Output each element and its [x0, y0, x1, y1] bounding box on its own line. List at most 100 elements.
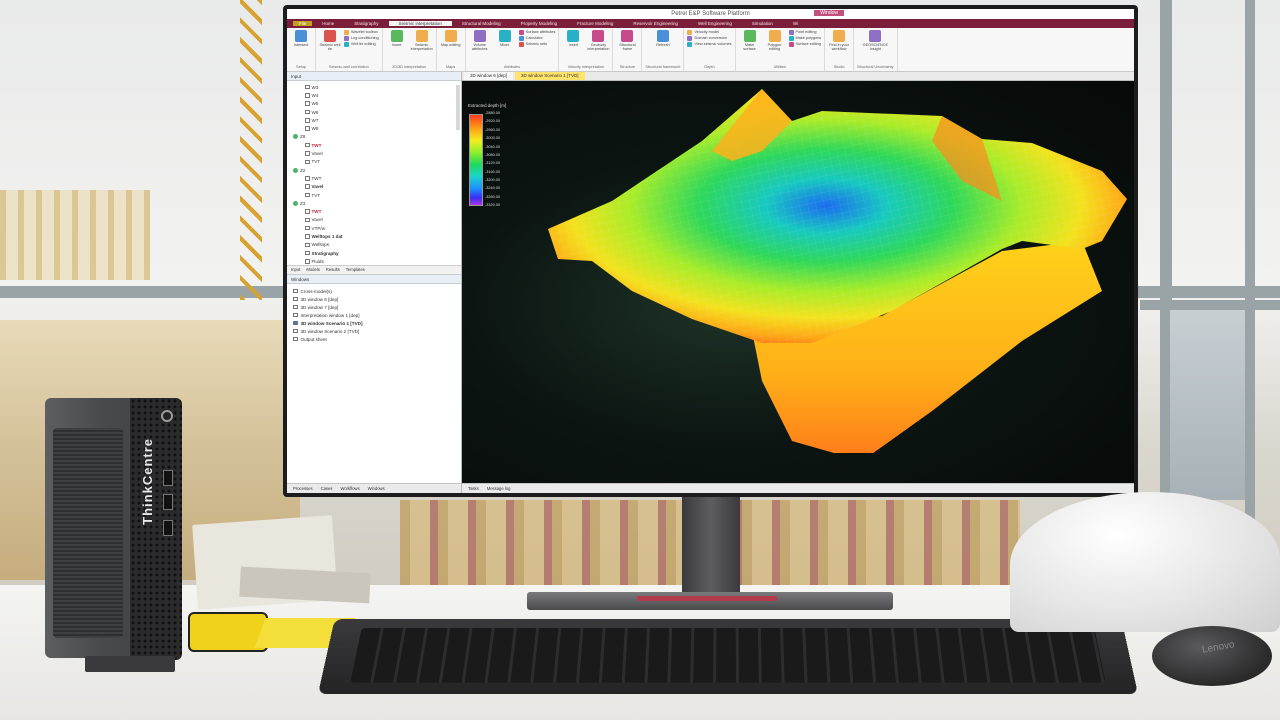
- ribbon-tab[interactable]: Simulation: [742, 21, 783, 26]
- tree-item[interactable]: W5: [291, 100, 457, 108]
- tree-item[interactable]: Z3: [291, 199, 457, 207]
- tree-item[interactable]: Stratigraphy: [291, 249, 457, 257]
- checkbox[interactable]: [293, 296, 298, 302]
- ribbon-button[interactable]: Polygon editing: [764, 30, 786, 51]
- window-list-item[interactable]: 3D window Scenario 2 [TVD]: [293, 327, 455, 335]
- tree-item[interactable]: W4: [291, 91, 457, 99]
- tree-item[interactable]: TWT: [291, 141, 457, 149]
- checkbox[interactable]: [305, 209, 310, 214]
- ribbon-tab[interactable]: File: [293, 21, 313, 26]
- pane-tab[interactable]: Windows: [368, 486, 385, 491]
- checkbox[interactable]: [293, 328, 298, 334]
- viewer-tab[interactable]: 3D window 6 [dep]: [464, 72, 514, 80]
- ribbon-button[interactable]: GEOSCIENCE Insight: [863, 30, 888, 51]
- ribbon-tab[interactable]: Property Modeling: [511, 21, 568, 26]
- ribbon-button[interactable]: Insert: [562, 30, 584, 47]
- checkbox[interactable]: [293, 336, 298, 342]
- checkbox[interactable]: [305, 126, 310, 131]
- ribbon-tab[interactable]: Home: [312, 21, 344, 26]
- ribbon-small-button[interactable]: Seismic sets: [518, 42, 556, 47]
- ribbon-button[interactable]: Insert: [386, 30, 408, 47]
- tree-item[interactable]: Vavel: [291, 183, 457, 191]
- tree-item[interactable]: Welltops 1 dat: [291, 232, 457, 240]
- tree-item[interactable]: TWT: [291, 174, 457, 182]
- tree-item[interactable]: VTP/w: [291, 224, 457, 232]
- pane-tab[interactable]: Templates: [346, 267, 365, 273]
- tree-item[interactable]: TWT: [291, 207, 457, 215]
- ribbon-small-button[interactable]: View seismic volumes: [687, 42, 732, 47]
- window-list-item[interactable]: Interpretation window 1 [dep]: [293, 311, 455, 319]
- ribbon-small-button[interactable]: Make polygons: [788, 36, 821, 41]
- pane-tab[interactable]: Cases: [321, 486, 333, 491]
- tree-scrollbar[interactable]: [456, 85, 460, 130]
- ribbon-small-button[interactable]: Wavelet toolbox: [344, 30, 379, 35]
- tree-item[interactable]: Vavel: [291, 149, 457, 157]
- window-list-item[interactable]: 3D window Scenario 1 [TVD]: [293, 319, 455, 327]
- tree-item[interactable]: TVT: [291, 158, 457, 166]
- checkbox[interactable]: [293, 312, 298, 318]
- ribbon-tab[interactable]: Wi: [783, 21, 808, 26]
- viewer-tab[interactable]: 3D window Scenario 1 [TVD]: [515, 72, 585, 80]
- checkbox[interactable]: [305, 84, 310, 90]
- tree-item[interactable]: W8: [291, 124, 457, 132]
- tree-item[interactable]: Z6: [291, 133, 457, 141]
- status-tab[interactable]: Tasks: [468, 486, 479, 491]
- tree-item[interactable]: W7: [291, 116, 457, 124]
- checkbox[interactable]: [305, 225, 310, 231]
- tree-item[interactable]: Vavel: [291, 216, 457, 224]
- checkbox[interactable]: [305, 151, 310, 156]
- ribbon-button[interactable]: Intersect: [290, 30, 312, 47]
- tree-item[interactable]: Z2: [291, 166, 457, 174]
- 3d-viewport[interactable]: Extracted depth [m] -2880.00 -2920.00 -296…: [462, 81, 1134, 483]
- checkbox[interactable]: [305, 217, 310, 223]
- window-list-item[interactable]: 3D window 6 [dep]: [293, 295, 455, 303]
- window-list-item[interactable]: 3D window 7 [dep]: [293, 303, 455, 311]
- ribbon-button[interactable]: Volume attributes: [469, 30, 491, 51]
- checkbox[interactable]: [305, 159, 310, 165]
- ribbon-tab[interactable]: Well Engineering: [688, 21, 742, 26]
- context-tab[interactable]: Window: [814, 10, 844, 16]
- checkbox[interactable]: [305, 259, 310, 264]
- window-list-item[interactable]: Cross-model(s): [293, 287, 455, 295]
- window-list-item[interactable]: Output sheet: [293, 335, 455, 343]
- checkbox[interactable]: [293, 288, 298, 294]
- ribbon-button[interactable]: Geobody interpretation: [587, 30, 610, 51]
- checkbox[interactable]: [305, 234, 310, 239]
- ribbon-small-button[interactable]: Point editing: [788, 30, 822, 35]
- ribbon-small-button[interactable]: Surface editing: [788, 42, 822, 47]
- checkbox[interactable]: [305, 176, 310, 181]
- tree-item[interactable]: W3: [291, 83, 457, 91]
- ribbon-button[interactable]: Structural frame: [616, 30, 638, 51]
- ribbon-tab[interactable]: Reservoir Engineering: [623, 21, 688, 26]
- checkbox[interactable]: [293, 304, 298, 310]
- checkbox[interactable]: [305, 109, 310, 115]
- checkbox[interactable]: [305, 101, 310, 106]
- ribbon-small-button[interactable]: Well tie editing: [344, 42, 379, 47]
- ribbon-small-button[interactable]: Log conditioning: [344, 36, 379, 41]
- ribbon-button[interactable]: Mixer: [494, 30, 516, 47]
- ribbon-button[interactable]: Refresh: [652, 30, 674, 47]
- ribbon-tab[interactable]: Fracture Modeling: [567, 21, 623, 26]
- ribbon-tab[interactable]: Structural Modeling: [452, 21, 511, 26]
- pane-tab[interactable]: Results: [326, 267, 340, 273]
- checkbox[interactable]: [305, 93, 310, 98]
- checkbox[interactable]: [293, 320, 298, 326]
- ribbon-small-button[interactable]: Calculator: [518, 36, 556, 41]
- checkbox[interactable]: [305, 142, 310, 148]
- ribbon-small-button[interactable]: Domain conversion: [687, 36, 731, 41]
- ribbon-tab[interactable]: Stratigraphy: [344, 21, 388, 26]
- ribbon-button[interactable]: Map editing: [440, 30, 462, 47]
- checkbox[interactable]: [305, 250, 310, 256]
- tree-item[interactable]: Welltops: [291, 241, 457, 249]
- checkbox[interactable]: [305, 242, 310, 248]
- checkbox[interactable]: [305, 184, 310, 189]
- tree-item[interactable]: W6: [291, 108, 457, 116]
- status-tab[interactable]: Message log: [487, 486, 511, 491]
- pane-tab[interactable]: Input: [291, 267, 300, 273]
- ribbon-tab[interactable]: Seismic interpretation: [388, 21, 452, 26]
- tree-item[interactable]: TVT: [291, 191, 457, 199]
- pane-tab[interactable]: Processes: [293, 486, 313, 491]
- power-button-icon[interactable]: [161, 410, 173, 422]
- pane-tab[interactable]: Workflows: [340, 486, 359, 491]
- tree-item[interactable]: Fluids: [291, 257, 457, 265]
